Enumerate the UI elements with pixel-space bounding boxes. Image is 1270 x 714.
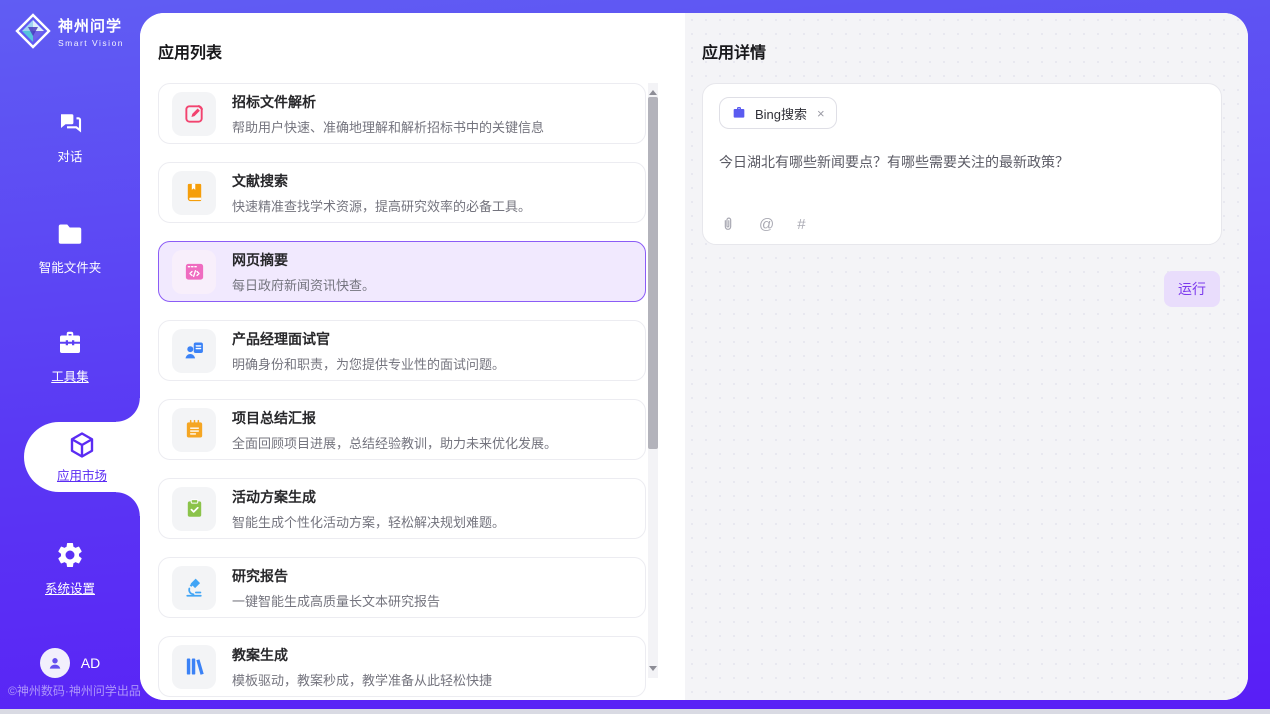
app-card-title: 网页摘要	[232, 250, 375, 270]
app-list-title: 应用列表	[158, 39, 222, 63]
avatar	[40, 648, 70, 678]
app-card-desc: 全面回顾项目进展，总结经验教训，助力未来优化发展。	[232, 433, 557, 452]
app-card[interactable]: 招标文件解析 帮助用户快速、准确地理解和解析招标书中的关键信息	[158, 83, 646, 144]
toolbox-icon	[55, 328, 85, 358]
scroll-down-icon[interactable]	[649, 666, 657, 675]
scroll-thumb[interactable]	[648, 97, 658, 449]
hash-icon[interactable]: #	[797, 217, 805, 232]
briefcase-icon	[731, 105, 747, 121]
copyright-footer: ©神州数码·神州问学出品	[8, 682, 141, 699]
diamond-logo-icon	[15, 13, 51, 49]
app-card-title: 研究报告	[232, 566, 440, 586]
app-card-desc: 一键智能生成高质量长文本研究报告	[232, 591, 440, 610]
app-card-desc: 每日政府新闻资讯快查。	[232, 275, 375, 294]
sidebar-item-folders[interactable]: 智能文件夹	[0, 219, 140, 276]
app-card-title: 文献搜索	[232, 171, 531, 191]
app-card[interactable]: 项目总结汇报 全面回顾项目进展，总结经验教训，助力未来优化发展。	[158, 399, 646, 460]
main-canvas: 应用列表 招标文件解析 帮助用户快速、准确地理解和解析招标书中的关键信息 文献搜…	[140, 13, 1248, 700]
app-card-desc: 明确身份和职责，为您提供专业性的面试问题。	[232, 354, 505, 373]
tool-tag-label: Bing搜索	[755, 104, 807, 123]
app-card-desc: 智能生成个性化活动方案，轻松解决规划难题。	[232, 512, 505, 531]
clipboard-check-icon	[183, 497, 206, 520]
gear-icon	[55, 540, 85, 570]
app-card-desc: 帮助用户快速、准确地理解和解析招标书中的关键信息	[232, 117, 544, 136]
microscope-icon	[183, 576, 206, 599]
sidebar-item-market[interactable]: 应用市场	[24, 422, 140, 492]
query-text[interactable]: 今日湖北有哪些新闻要点？有哪些需要关注的最新政策？	[719, 152, 1205, 173]
interviewer-icon	[183, 339, 206, 362]
scroll-up-icon[interactable]	[649, 86, 657, 95]
book-icon	[183, 181, 206, 204]
notepad-icon	[183, 418, 206, 441]
app-card-title: 产品经理面试官	[232, 329, 505, 349]
sidebar-item-settings[interactable]: 系统设置	[0, 540, 140, 597]
cube-icon	[67, 430, 97, 460]
user-initials: AD	[81, 655, 100, 671]
sidebar: 神州问学 Smart Vision 对话 智能文件夹 工具集 应用市场 系统设置…	[0, 0, 140, 709]
edit-square-icon	[183, 102, 206, 125]
app-card-list: 招标文件解析 帮助用户快速、准确地理解和解析招标书中的关键信息 文献搜索 快速精…	[158, 83, 646, 697]
mention-icon[interactable]: @	[759, 217, 774, 232]
folder-icon	[55, 219, 85, 249]
prompt-card[interactable]: Bing搜索 × 今日湖北有哪些新闻要点？有哪些需要关注的最新政策？ @ #	[702, 83, 1222, 245]
brand-subtitle: Smart Vision	[58, 38, 124, 48]
app-card[interactable]: 教案生成 模板驱动，教案秒成，教学准备从此轻松快捷	[158, 636, 646, 697]
app-card-title: 教案生成	[232, 645, 492, 665]
app-list-panel: 应用列表 招标文件解析 帮助用户快速、准确地理解和解析招标书中的关键信息 文献搜…	[140, 13, 685, 700]
tool-tag-bing-search[interactable]: Bing搜索 ×	[719, 97, 837, 129]
scrollbar[interactable]	[648, 83, 658, 678]
run-button[interactable]: 运行	[1164, 271, 1220, 307]
app-card-desc: 快速精准查找学术资源，提高研究效率的必备工具。	[232, 196, 531, 215]
browser-code-icon	[183, 260, 206, 283]
brand-name: 神州问学	[58, 15, 124, 36]
app-card-title: 项目总结汇报	[232, 408, 557, 428]
app-detail-panel: 应用详情 Bing搜索 × 今日湖北有哪些新闻要点？有哪些需要关注的最新政策？ …	[685, 13, 1248, 700]
app-card[interactable]: 活动方案生成 智能生成个性化活动方案，轻松解决规划难题。	[158, 478, 646, 539]
app-card[interactable]: 文献搜索 快速精准查找学术资源，提高研究效率的必备工具。	[158, 162, 646, 223]
sidebar-item-tools[interactable]: 工具集	[0, 328, 140, 385]
app-card-title: 招标文件解析	[232, 92, 544, 112]
app-card[interactable]: 研究报告 一键智能生成高质量长文本研究报告	[158, 557, 646, 618]
sidebar-item-chat[interactable]: 对话	[0, 108, 140, 165]
app-window: 神州问学 Smart Vision 对话 智能文件夹 工具集 应用市场 系统设置…	[0, 0, 1270, 709]
user-icon	[46, 654, 64, 672]
books-icon	[183, 655, 206, 678]
close-icon[interactable]: ×	[817, 106, 825, 121]
app-detail-title: 应用详情	[702, 39, 766, 63]
paperclip-icon[interactable]	[720, 216, 736, 232]
app-card[interactable]: 产品经理面试官 明确身份和职责，为您提供专业性的面试问题。	[158, 320, 646, 381]
app-card-desc: 模板驱动，教案秒成，教学准备从此轻松快捷	[232, 670, 492, 689]
app-card-title: 活动方案生成	[232, 487, 505, 507]
app-card[interactable]: 网页摘要 每日政府新闻资讯快查。	[158, 241, 646, 302]
user-row[interactable]: AD	[0, 648, 140, 678]
chat-icon	[55, 108, 85, 138]
brand-logo: 神州问学 Smart Vision	[15, 13, 124, 49]
input-toolbar: @ #	[720, 216, 806, 232]
